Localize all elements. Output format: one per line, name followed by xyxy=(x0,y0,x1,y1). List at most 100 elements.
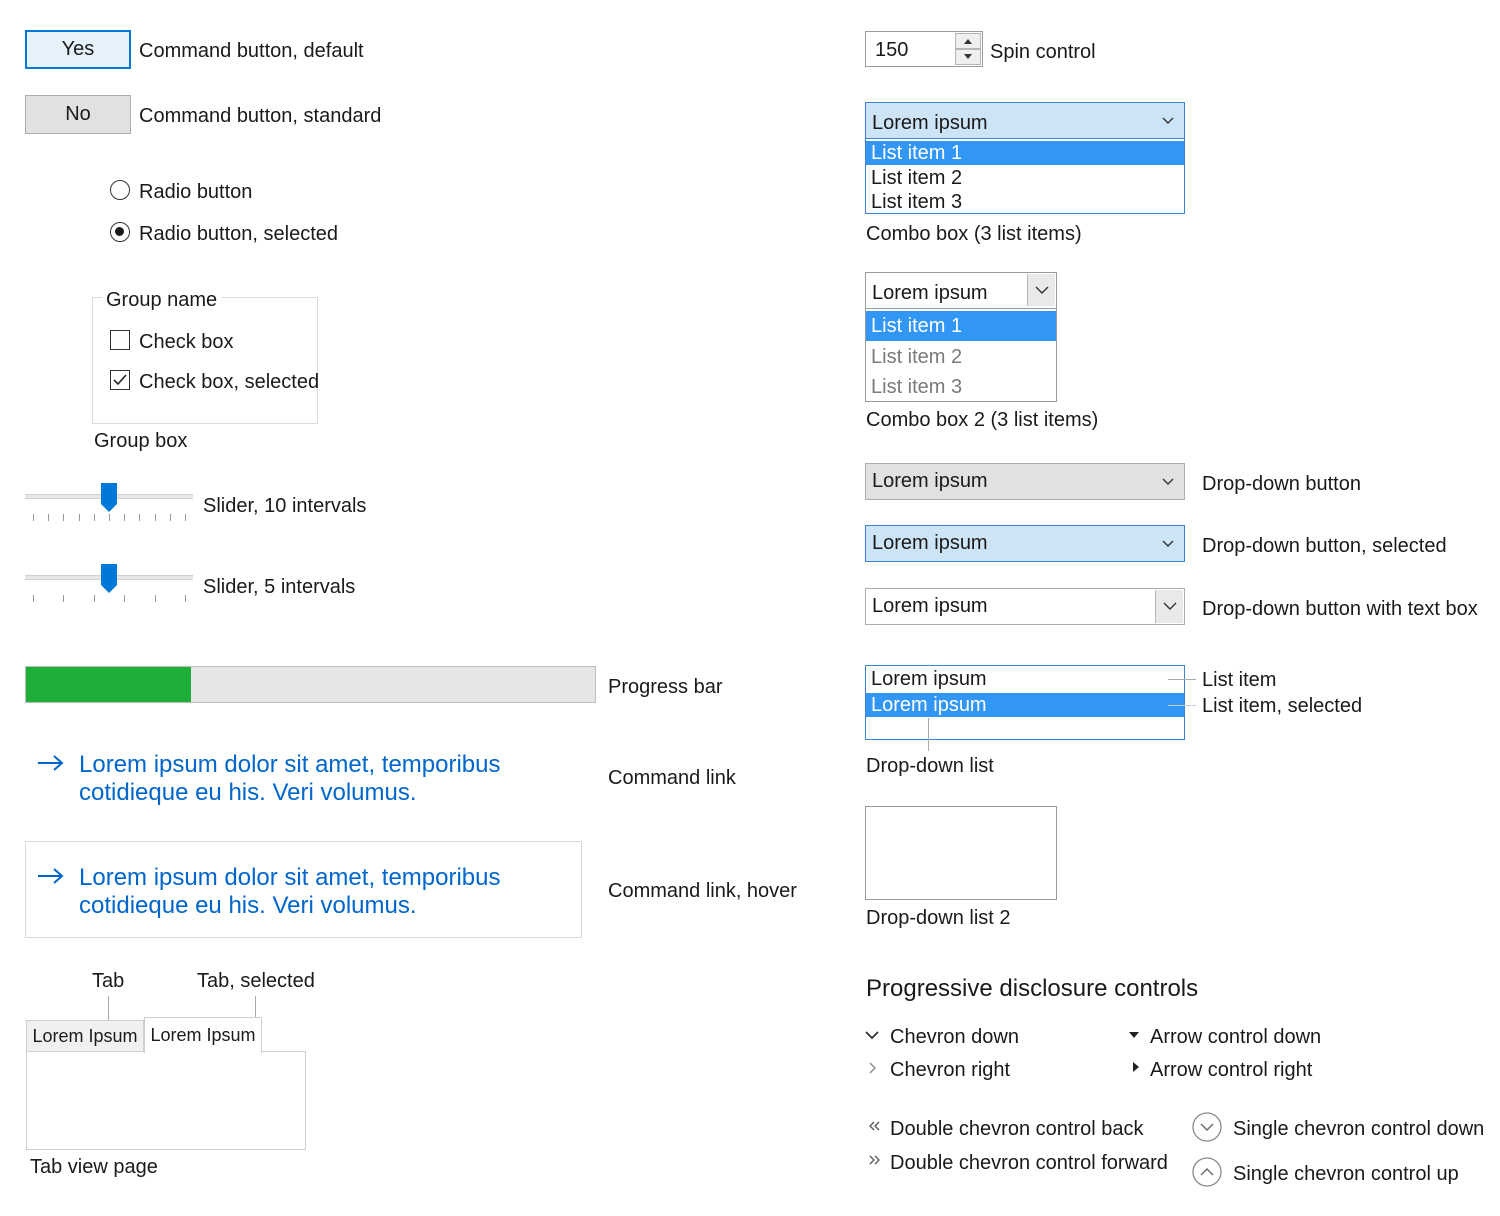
dropdown-list-2[interactable] xyxy=(865,806,1057,900)
check-box[interactable] xyxy=(110,330,130,350)
combo-box-value: Lorem ipsum xyxy=(872,112,988,134)
slider-tick xyxy=(63,595,64,602)
spin-down-button[interactable] xyxy=(955,49,981,65)
radio-button-selected[interactable] xyxy=(110,222,130,242)
slider-thumb[interactable] xyxy=(100,563,118,593)
dropdown-list[interactable]: Lorem ipsum Lorem ipsum xyxy=(865,665,1185,740)
combo-2-list-item[interactable]: List item 2 xyxy=(866,342,1056,372)
chevron-down-icon xyxy=(1163,602,1177,610)
single-chevron-down-label: Single chevron control down xyxy=(1233,1118,1485,1140)
chevron-right-icon[interactable] xyxy=(864,1060,880,1076)
combo-box-2[interactable]: Lorem ipsum List item 1 List item 2 List… xyxy=(865,272,1057,402)
combo-list-item[interactable]: List item 1 xyxy=(866,141,1184,165)
triangle-up-icon xyxy=(964,39,972,44)
spin-up-button[interactable] xyxy=(955,33,981,49)
command-link-line1: Lorem ipsum dolor sit amet, temporibus xyxy=(79,751,501,778)
combo-box[interactable]: Lorem ipsum List item 1 List item 2 List… xyxy=(865,102,1185,214)
slider-tick xyxy=(33,595,34,602)
slider-thumb[interactable] xyxy=(100,482,118,512)
combo-box-2-field[interactable]: Lorem ipsum xyxy=(866,273,1056,309)
slider-tick xyxy=(33,514,34,521)
arrow-right-label: Arrow control right xyxy=(1150,1059,1313,1081)
dropdown-textbox-button[interactable] xyxy=(1155,590,1183,623)
dropdown-button-textbox[interactable]: Lorem ipsum xyxy=(865,588,1185,625)
yes-button[interactable]: Yes xyxy=(25,30,131,69)
slider-5-intervals[interactable] xyxy=(25,563,193,605)
list-item-leader-line xyxy=(1168,679,1196,680)
arrow-right-icon[interactable] xyxy=(1128,1059,1144,1075)
combo-2-list-item[interactable]: List item 3 xyxy=(866,372,1056,402)
slider-tick xyxy=(170,514,171,521)
command-link-caption: Command link xyxy=(608,767,736,789)
dropdown-list-item[interactable]: Lorem ipsum xyxy=(866,667,1184,692)
arrow-down-label: Arrow control down xyxy=(1150,1026,1322,1048)
dropdown-list-2-caption: Drop-down list 2 xyxy=(866,907,1011,929)
single-chevron-up-label: Single chevron control up xyxy=(1233,1163,1459,1185)
command-link[interactable]: Lorem ipsum dolor sit amet, temporibus c… xyxy=(79,751,501,807)
single-chevron-up-icon[interactable] xyxy=(1191,1156,1223,1188)
yes-button-label: Yes xyxy=(61,38,95,60)
spin-value: 150 xyxy=(875,39,909,61)
tab-lorem-ipsum[interactable]: Lorem Ipsum xyxy=(26,1020,144,1052)
command-link-line2: cotidieque eu his. Veri volumus. xyxy=(79,779,417,806)
combo-list-item[interactable]: List item 2 xyxy=(866,166,1184,190)
dropdown-button-textbox-value: Lorem ipsum xyxy=(872,595,988,617)
slider-tick xyxy=(124,595,125,602)
radio-button-label: Radio button xyxy=(139,181,253,203)
spin-control[interactable]: 150 xyxy=(865,31,983,67)
command-link-hover-caption: Command link, hover xyxy=(608,880,797,902)
slider-tick xyxy=(94,595,95,602)
slider-tick xyxy=(139,514,140,521)
arrow-right-icon xyxy=(36,861,66,891)
chevron-down-icon xyxy=(1162,117,1174,124)
command-link-hover[interactable]: Lorem ipsum dolor sit amet, temporibus c… xyxy=(79,864,501,920)
group-name: Group name xyxy=(102,290,222,310)
dropdown-list-caption: Drop-down list xyxy=(866,755,994,777)
radio-button[interactable] xyxy=(110,180,130,200)
dropdown-list-item-selected[interactable]: Lorem ipsum xyxy=(866,693,1184,717)
chevron-down-icon[interactable] xyxy=(864,1027,880,1043)
double-chevron-back-icon[interactable] xyxy=(866,1118,886,1134)
triangle-down-icon xyxy=(964,54,972,59)
arrow-right-icon xyxy=(36,748,66,778)
slider-tick xyxy=(155,595,156,602)
tab-caption: Tab xyxy=(92,970,125,992)
tab-lorem-ipsum-selected[interactable]: Lorem Ipsum xyxy=(144,1017,262,1053)
check-box-label: Check box xyxy=(139,331,234,353)
combo-box-2-dropdown-button[interactable] xyxy=(1027,274,1055,306)
tab-label: Lorem Ipsum xyxy=(32,1025,138,1046)
slider-tick xyxy=(109,514,110,521)
slider-tick xyxy=(124,514,125,521)
dropdown-button-selected-caption: Drop-down button, selected xyxy=(1202,535,1447,557)
radio-dot xyxy=(115,227,124,236)
chevron-down-icon xyxy=(1035,286,1049,294)
command-link-hover-line1: Lorem ipsum dolor sit amet, temporibus xyxy=(79,864,501,891)
list-item-caption: List item xyxy=(1202,669,1277,691)
dropdown-button-textbox-caption: Drop-down button with text box xyxy=(1202,598,1478,620)
group-box xyxy=(92,297,318,424)
slider-tick xyxy=(155,514,156,521)
dropdown-button-value: Lorem ipsum xyxy=(872,470,988,492)
slider-tick xyxy=(94,514,95,521)
double-chevron-forward-icon[interactable] xyxy=(866,1152,886,1168)
progress-bar xyxy=(25,666,596,703)
list-item-selected-leader-line xyxy=(1168,705,1196,706)
dropdown-button-selected[interactable]: Lorem ipsum xyxy=(865,525,1185,562)
no-button[interactable]: No xyxy=(25,95,131,134)
default-button-caption: Command button, default xyxy=(139,40,364,62)
tab-selected-label: Lorem Ipsum xyxy=(150,1025,256,1045)
check-box-selected[interactable] xyxy=(110,370,130,390)
combo-list-item[interactable]: List item 3 xyxy=(866,190,1184,214)
arrow-down-icon[interactable] xyxy=(1126,1027,1142,1043)
combo-2-list-item[interactable]: List item 1 xyxy=(866,311,1056,341)
single-chevron-down-icon[interactable] xyxy=(1191,1111,1223,1143)
dropdown-button[interactable]: Lorem ipsum xyxy=(865,463,1185,500)
chevron-right-label: Chevron right xyxy=(890,1059,1011,1081)
double-chevron-forward-label: Double chevron control forward xyxy=(890,1152,1168,1174)
dropdown-list-leader-line xyxy=(928,718,929,751)
combo-box-field[interactable]: Lorem ipsum xyxy=(866,103,1184,139)
combo-box-caption: Combo box (3 list items) xyxy=(866,223,1082,245)
slider-10-caption: Slider, 10 intervals xyxy=(203,495,367,517)
progress-fill xyxy=(26,667,191,702)
slider-10-intervals[interactable] xyxy=(25,482,193,524)
